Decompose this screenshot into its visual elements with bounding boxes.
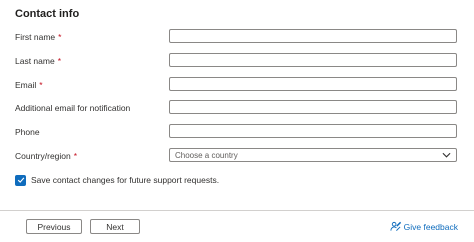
country-select[interactable]: Choose a country [169, 148, 457, 162]
email-label: Email * [15, 80, 43, 90]
email-row: Email * [15, 77, 459, 93]
contact-info-title: Contact info [15, 8, 80, 20]
country-label: Country/region * [15, 151, 78, 161]
next-button[interactable]: Next [90, 219, 140, 234]
previous-button[interactable]: Previous [26, 219, 82, 234]
required-marker: * [58, 32, 62, 42]
footer-divider [0, 210, 474, 211]
checkmark-icon [17, 177, 24, 183]
first-name-label: First name * [15, 32, 62, 42]
required-marker: * [57, 56, 62, 66]
give-feedback-label: Give feedback [403, 221, 458, 232]
last-name-label: Last name * [15, 56, 62, 66]
save-contact-label: Save contact changes for future support … [31, 175, 220, 185]
country-placeholder: Choose a country [175, 150, 238, 160]
required-marker: * [73, 151, 78, 161]
last-name-row: Last name * [15, 53, 459, 69]
phone-row: Phone [15, 124, 459, 140]
additional-email-label: Additional email for notification [15, 103, 131, 113]
email-input[interactable] [169, 77, 457, 91]
required-marker: * [39, 80, 43, 90]
first-name-row: First name * [15, 29, 459, 45]
chevron-down-icon [442, 152, 451, 158]
save-contact-row: Save contact changes for future support … [15, 174, 219, 186]
give-feedback-link[interactable]: Give feedback [390, 221, 458, 232]
last-name-input[interactable] [169, 53, 457, 67]
additional-email-row: Additional email for notification [15, 100, 459, 116]
phone-input[interactable] [169, 124, 457, 138]
first-name-input[interactable] [169, 29, 457, 43]
feedback-person-icon [390, 221, 401, 231]
save-contact-checkbox[interactable] [15, 174, 26, 186]
phone-label: Phone [15, 127, 40, 137]
additional-email-input[interactable] [169, 100, 457, 114]
country-row: Country/region * Choose a country [15, 148, 459, 164]
